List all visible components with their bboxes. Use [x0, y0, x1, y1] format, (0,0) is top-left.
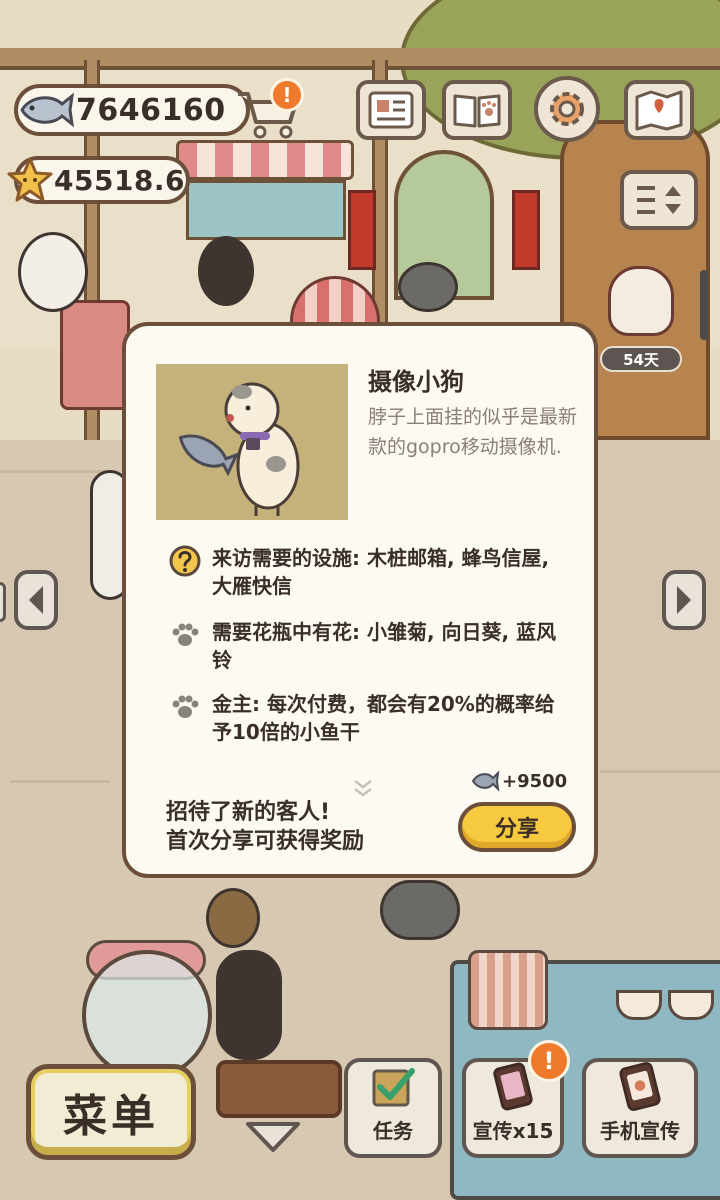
newspaper-button[interactable] [356, 80, 426, 140]
tea-cup [668, 990, 714, 1020]
red-banner [348, 190, 376, 270]
paw-book-icon [453, 94, 501, 128]
cat-album-button[interactable] [442, 80, 512, 140]
shop-window [186, 180, 346, 240]
promote-label: 宣传x15 [472, 1119, 554, 1143]
roof-beam [0, 48, 720, 70]
red-banner [512, 190, 540, 270]
phone-promote-label: 手机宣传 [600, 1119, 680, 1143]
toggle-icon [637, 186, 681, 214]
question-icon [169, 545, 201, 577]
floor-crack [0, 470, 110, 473]
fish-currency-display: 7646160 [14, 84, 250, 136]
menu-button[interactable]: 菜单 [26, 1064, 196, 1160]
tea-cup [616, 990, 662, 1020]
shop-awning [176, 140, 354, 180]
grey-customer[interactable] [380, 880, 460, 940]
share-message: 招待了新的客人! 首次分享可获得奖励 [166, 798, 364, 856]
cake-counter [60, 300, 130, 410]
map-button[interactable] [624, 80, 694, 140]
grey-customer[interactable] [398, 262, 458, 312]
requirement-text: 来访需要的设施: 木桩邮箱, 蜂鸟信屋, 大雁快信 [212, 546, 550, 598]
requirement-text: 需要花瓶中有花: 小雏菊, 向日葵, 蓝风铃 [212, 620, 557, 672]
edge-tab[interactable] [0, 582, 6, 622]
shop-cart-button[interactable]: ! [234, 78, 304, 140]
phone-promote-button[interactable]: 手机宣传 [582, 1058, 698, 1158]
prev-arrow-button[interactable] [14, 570, 58, 630]
tasks-label: 任务 [373, 1119, 413, 1143]
fish-icon [20, 92, 75, 128]
star-icon [7, 157, 53, 202]
share-reward: +9500 [470, 770, 567, 792]
chevron-right-icon [677, 586, 691, 614]
shop-alert-badge: ! [270, 78, 304, 112]
floor-crack [600, 770, 720, 773]
dog-customer[interactable] [206, 888, 260, 948]
black-cat-customer[interactable] [198, 236, 254, 306]
guest-info-dialog: 摄像小狗 脖子上面挂的似乎是最新款的gopro移动摄像机. 来访需要的设施: 木… [122, 322, 598, 878]
candy-jar [82, 950, 212, 1080]
striped-drum [468, 950, 548, 1030]
newspaper-icon [368, 91, 414, 129]
menu-label: 菜单 [63, 1091, 159, 1142]
guest-description: 脖子上面挂的似乎是最新款的gopro移动摄像机. [368, 406, 578, 458]
tasks-button[interactable]: 任务 [344, 1058, 442, 1158]
guest-portrait [156, 364, 348, 520]
chevron-down-icon[interactable] [244, 1118, 302, 1156]
paw-icon [172, 695, 199, 718]
fish-icon [471, 770, 500, 792]
requirement-text: 金主: 每次付费，都会有20%的概率给予10倍的小鱼干 [212, 692, 555, 744]
settings-button[interactable] [534, 76, 600, 142]
days-badge: 54天 [600, 346, 682, 372]
star-currency-display: 45518.6 [7, 156, 190, 204]
paw-icon [172, 623, 199, 646]
requirement-sponsor: 金主: 每次付费，都会有20%的概率给予10倍的小鱼干 [168, 690, 568, 746]
share-message-line2: 首次分享可获得奖励 [166, 829, 365, 854]
special-visitor[interactable] [608, 266, 674, 336]
promote-button[interactable]: 宣传x15 ! [462, 1040, 570, 1158]
panel-toggle-button[interactable] [620, 170, 698, 230]
phone-icon [619, 1062, 661, 1111]
share-message-line1: 招待了新的客人! [166, 800, 331, 825]
reward-amount: +9500 [502, 770, 568, 792]
share-button[interactable]: 分享 [458, 802, 576, 852]
map-icon [635, 90, 683, 131]
promote-alert-badge: ! [528, 1040, 570, 1082]
fish-count: 7646160 [76, 92, 226, 128]
chevron-left-icon [29, 586, 43, 614]
scroll-indicator [700, 270, 708, 340]
requirement-facilities: 来访需要的设施: 木桩邮箱, 蜂鸟信屋, 大雁快信 [168, 544, 568, 600]
checkbox-icon [372, 1068, 415, 1107]
floor-crack [10, 780, 110, 783]
next-arrow-button[interactable] [662, 570, 706, 630]
floor-rug [216, 1060, 342, 1118]
guest-name: 摄像小狗 [368, 368, 464, 396]
requirement-flowers: 需要花瓶中有花: 小雏菊, 向日葵, 蓝风铃 [168, 618, 568, 674]
scroll-more-icon [354, 780, 372, 797]
cat-customer[interactable] [18, 232, 88, 312]
gear-icon [550, 92, 584, 126]
badger-customer[interactable] [216, 950, 282, 1060]
camera-dog-illustration [178, 382, 300, 516]
star-count: 45518.6 [54, 163, 186, 197]
